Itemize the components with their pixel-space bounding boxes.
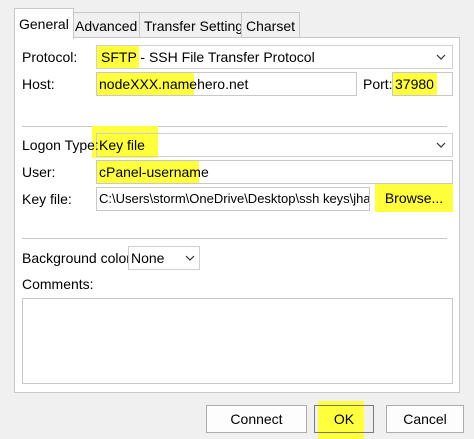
tab-advanced[interactable]: Advanced xyxy=(70,12,143,38)
port-label: Port: xyxy=(363,76,393,92)
general-panel: Protocol: SFTP - SSH File Transfer Proto… xyxy=(14,37,460,393)
tab-charset[interactable]: Charset xyxy=(241,12,301,38)
protocol-value-sftp: SFTP xyxy=(101,49,137,65)
separator-1 xyxy=(22,126,447,127)
cancel-button[interactable]: Cancel xyxy=(386,405,464,433)
logon-type-label: Logon Type: xyxy=(22,137,99,153)
comments-textarea[interactable] xyxy=(22,298,453,384)
browse-button[interactable]: Browse... xyxy=(375,184,453,212)
dialog-footer: Connect OK Cancel xyxy=(0,393,474,439)
port-value: 37980 xyxy=(395,76,434,92)
key-file-label: Key file: xyxy=(22,191,72,207)
host-label: Host: xyxy=(22,76,55,92)
port-input[interactable]: 37980 xyxy=(392,72,453,96)
protocol-select[interactable]: SFTP - SSH File Transfer Protocol xyxy=(96,45,453,69)
logon-type-value: Key file xyxy=(99,137,145,153)
key-file-input[interactable]: C:\Users\storm\OneDrive\Desktop\ssh keys… xyxy=(96,187,370,211)
background-color-value: None xyxy=(131,250,165,266)
user-value: cPanel-username xyxy=(99,164,209,180)
separator-2 xyxy=(22,238,447,239)
background-color-select[interactable]: None xyxy=(128,246,200,270)
host-input[interactable]: nodeXXX.namehero.net xyxy=(96,72,357,96)
tab-general[interactable]: General xyxy=(14,8,74,39)
host-value: nodeXXX.namehero.net xyxy=(99,76,249,92)
ok-button[interactable]: OK xyxy=(314,405,374,433)
chevron-down-icon xyxy=(436,54,446,60)
protocol-label: Protocol: xyxy=(22,49,78,65)
chevron-down-icon xyxy=(436,142,446,148)
user-label: User: xyxy=(22,164,56,180)
connect-button[interactable]: Connect xyxy=(206,405,307,433)
chevron-down-icon xyxy=(185,255,195,261)
logon-type-select[interactable]: Key file xyxy=(96,133,453,157)
user-input[interactable]: cPanel-username xyxy=(96,160,453,184)
tab-transfer-settings[interactable]: Transfer Settings xyxy=(139,12,256,38)
tab-bar: General Advanced Transfer Settings Chars… xyxy=(0,0,474,39)
protocol-value-rest: - SSH File Transfer Protocol xyxy=(136,49,315,65)
background-color-label: Background color: xyxy=(22,250,135,266)
comments-label: Comments: xyxy=(22,276,94,292)
